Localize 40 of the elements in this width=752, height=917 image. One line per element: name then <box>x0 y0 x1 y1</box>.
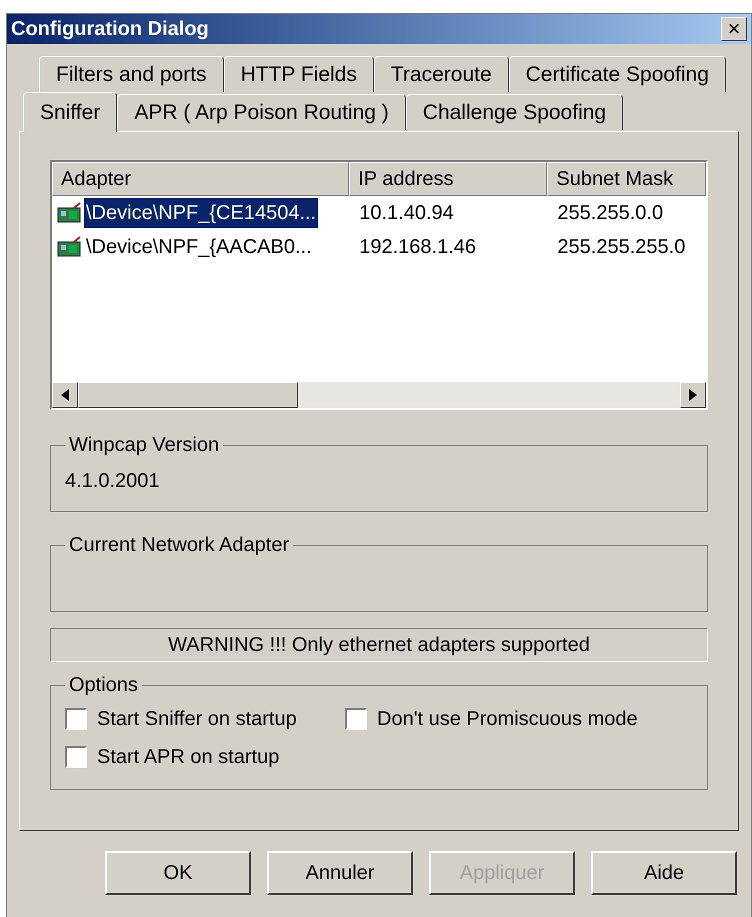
group-label: Winpcap Version <box>68 433 220 458</box>
checkbox[interactable] <box>65 746 87 768</box>
group-label: Current Network Adapter <box>68 533 290 558</box>
column-header[interactable]: Adapter <box>52 162 350 196</box>
checkbox-option[interactable]: Start APR on startup <box>65 742 345 772</box>
left-arrow-icon <box>61 389 69 401</box>
adapter-row[interactable]: \Device\NPF_{AACAB0... 192.168.1.46 255.255.255.0 <box>52 230 706 264</box>
tab[interactable]: Traceroute <box>374 56 509 92</box>
dialog-button[interactable]: OK <box>105 851 251 895</box>
table-cell: \Device\NPF_{CE14504... <box>84 198 318 228</box>
warning-bar: WARNING !!! Only ethernet adapters supported <box>50 628 708 662</box>
dialog-button[interactable]: Aide <box>591 851 737 895</box>
tab[interactable]: Certificate Spoofing <box>508 56 726 92</box>
table-cell-text: 255.255.0.0 <box>556 201 664 226</box>
table-cell-text: 192.168.1.46 <box>358 235 477 260</box>
tab[interactable]: Challenge Spoofing <box>406 94 624 130</box>
checkbox[interactable] <box>65 708 87 730</box>
checkbox[interactable] <box>345 708 367 730</box>
dialog-button[interactable]: Annuler <box>267 851 413 895</box>
right-arrow-icon <box>689 389 697 401</box>
table-cell-text: 10.1.40.94 <box>358 201 455 226</box>
scroll-left-button[interactable] <box>52 382 78 408</box>
scroll-right-button[interactable] <box>680 382 706 408</box>
column-header[interactable]: IP address <box>349 162 548 196</box>
checkbox-option[interactable]: Start Sniffer on startup <box>65 704 345 734</box>
tab[interactable]: APR ( Arp Poison Routing ) <box>117 94 406 130</box>
tab[interactable]: Filters and ports <box>39 56 224 92</box>
table-cell-text: 255.255.255.0 <box>556 235 686 260</box>
scroll-thumb[interactable] <box>78 382 298 408</box>
group-label: Options <box>68 673 139 698</box>
horizontal-scrollbar[interactable] <box>52 382 706 408</box>
tab[interactable]: Sniffer <box>23 92 118 132</box>
winpcap-version: 4.1.0.2001 <box>65 469 161 494</box>
checkbox-option[interactable]: Don't use Promiscuous mode <box>345 704 693 734</box>
adapter-row[interactable]: \Device\NPF_{CE14504... 10.1.40.94 255.255.0.0 <box>52 196 706 230</box>
window-title: Configuration Dialog <box>11 17 209 42</box>
column-header[interactable]: Subnet Mask <box>547 162 706 196</box>
tab[interactable]: HTTP Fields <box>224 56 374 92</box>
table-cell-text: \Device\NPF_{AACAB0... <box>85 235 313 260</box>
close-button[interactable]: × <box>721 17 747 41</box>
